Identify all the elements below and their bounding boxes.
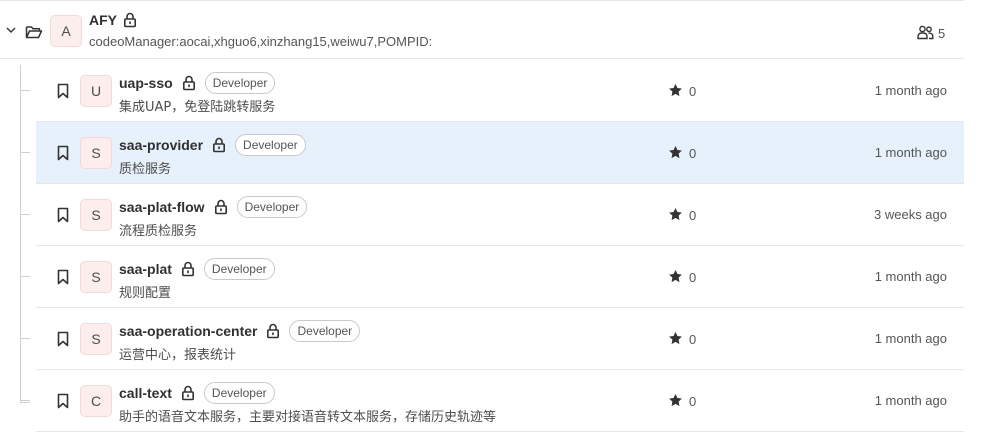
star-count: 0: [689, 394, 697, 409]
project-row[interactable]: S saa-plat Developer 规则配置 0 1 month ago: [20, 246, 964, 308]
star-icon[interactable]: [668, 331, 683, 346]
star-count: 0: [689, 208, 697, 223]
updated-time: 3 weeks ago: [874, 207, 947, 222]
bookmark-icon[interactable]: [57, 207, 69, 223]
tree-branch-tick: [20, 400, 30, 401]
bookmark-icon[interactable]: [57, 393, 69, 409]
tree-branch-tick: [20, 152, 30, 153]
group-row[interactable]: A AFY codeoManager:aocai,xhguo6,xinzhang…: [0, 1, 964, 59]
lock-icon: [181, 261, 194, 277]
tree-branch-tick: [20, 276, 30, 277]
role-badge: Developer: [236, 196, 308, 218]
project-avatar[interactable]: S: [80, 199, 112, 231]
project-avatar[interactable]: S: [80, 261, 112, 293]
role-badge: Developer: [204, 72, 276, 94]
project-title: saa-provider Developer: [119, 134, 306, 156]
tree-branch-tick: [20, 90, 30, 91]
project-description: 质检服务: [119, 162, 172, 177]
group-name[interactable]: AFY: [89, 12, 117, 28]
lock-icon: [214, 199, 227, 215]
star-count: 0: [689, 332, 697, 347]
star-icon[interactable]: [668, 207, 683, 222]
project-title: uap-sso Developer: [119, 72, 276, 94]
star-icon[interactable]: [668, 393, 683, 408]
project-name[interactable]: call-text: [119, 385, 172, 401]
updated-time: 1 month ago: [874, 393, 947, 408]
project-description: 集成UAP，免登陆跳转服务: [119, 100, 276, 115]
updated-time: 1 month ago: [874, 331, 947, 346]
member-count: 5: [938, 26, 946, 41]
project-row[interactable]: S saa-provider Developer 质检服务 0 1 month …: [20, 122, 964, 184]
bookmark-icon[interactable]: [57, 145, 69, 161]
project-row[interactable]: U uap-sso Developer 集成UAP，免登陆跳转服务 0 1 mo…: [20, 60, 964, 122]
project-description: 规则配置: [119, 286, 172, 301]
project-description: 助手的语音文本服务，主要对接语音转文本服务，存储历史轨迹等: [119, 410, 497, 425]
updated-time: 1 month ago: [874, 145, 947, 160]
group-description: codeoManager:aocai,xhguo6,xinzhang15,wei…: [89, 34, 433, 49]
project-name[interactable]: saa-operation-center: [119, 323, 257, 339]
project-name[interactable]: saa-plat: [119, 261, 172, 277]
project-description: 流程质检服务: [119, 224, 198, 239]
tree-branch-tick: [20, 338, 30, 339]
bookmark-icon[interactable]: [57, 83, 69, 99]
updated-time: 1 month ago: [874, 269, 947, 284]
project-name[interactable]: saa-provider: [119, 137, 203, 153]
project-row[interactable]: C call-text Developer 助手的语音文本服务，主要对接语音转文…: [20, 370, 964, 432]
project-row[interactable]: S saa-plat-flow Developer 流程质检服务 0 3 wee…: [20, 184, 964, 246]
project-avatar[interactable]: S: [80, 137, 112, 169]
project-row[interactable]: S saa-operation-center Developer 运营中心，报表…: [20, 308, 964, 370]
lock-icon: [213, 137, 226, 153]
project-avatar[interactable]: S: [80, 323, 112, 355]
role-badge: Developer: [203, 382, 275, 404]
star-count: 0: [689, 270, 697, 285]
project-title: saa-operation-center Developer: [119, 320, 361, 342]
bookmark-icon[interactable]: [57, 269, 69, 285]
star-icon[interactable]: [668, 83, 683, 98]
updated-time: 1 month ago: [874, 83, 947, 98]
project-title: call-text Developer: [119, 382, 275, 404]
lock-icon: [123, 12, 136, 28]
role-badge: Developer: [235, 134, 306, 156]
folder-open-icon: [25, 26, 43, 39]
role-badge: Developer: [289, 320, 361, 342]
project-name[interactable]: saa-plat-flow: [119, 199, 205, 215]
bookmark-icon[interactable]: [57, 331, 69, 347]
project-description: 运营中心，报表统计: [119, 348, 237, 363]
lock-icon: [267, 323, 280, 339]
tree-branch-tick: [20, 402, 30, 403]
star-icon[interactable]: [668, 145, 683, 160]
project-avatar[interactable]: C: [80, 385, 112, 417]
lock-icon: [182, 75, 195, 91]
lock-icon: [181, 385, 194, 401]
chevron-down-icon[interactable]: [5, 24, 17, 36]
project-title: saa-plat-flow Developer: [119, 196, 308, 218]
star-count: 0: [689, 84, 697, 99]
project-name[interactable]: uap-sso: [119, 75, 173, 91]
tree-line: [20, 65, 21, 402]
project-title: saa-plat Developer: [119, 258, 275, 280]
role-badge: Developer: [203, 258, 275, 280]
tree-branch-tick: [20, 214, 30, 215]
star-icon[interactable]: [668, 269, 683, 284]
users-icon: [917, 25, 934, 40]
star-count: 0: [689, 146, 697, 161]
project-avatar[interactable]: U: [80, 75, 112, 107]
group-avatar[interactable]: A: [50, 15, 82, 47]
